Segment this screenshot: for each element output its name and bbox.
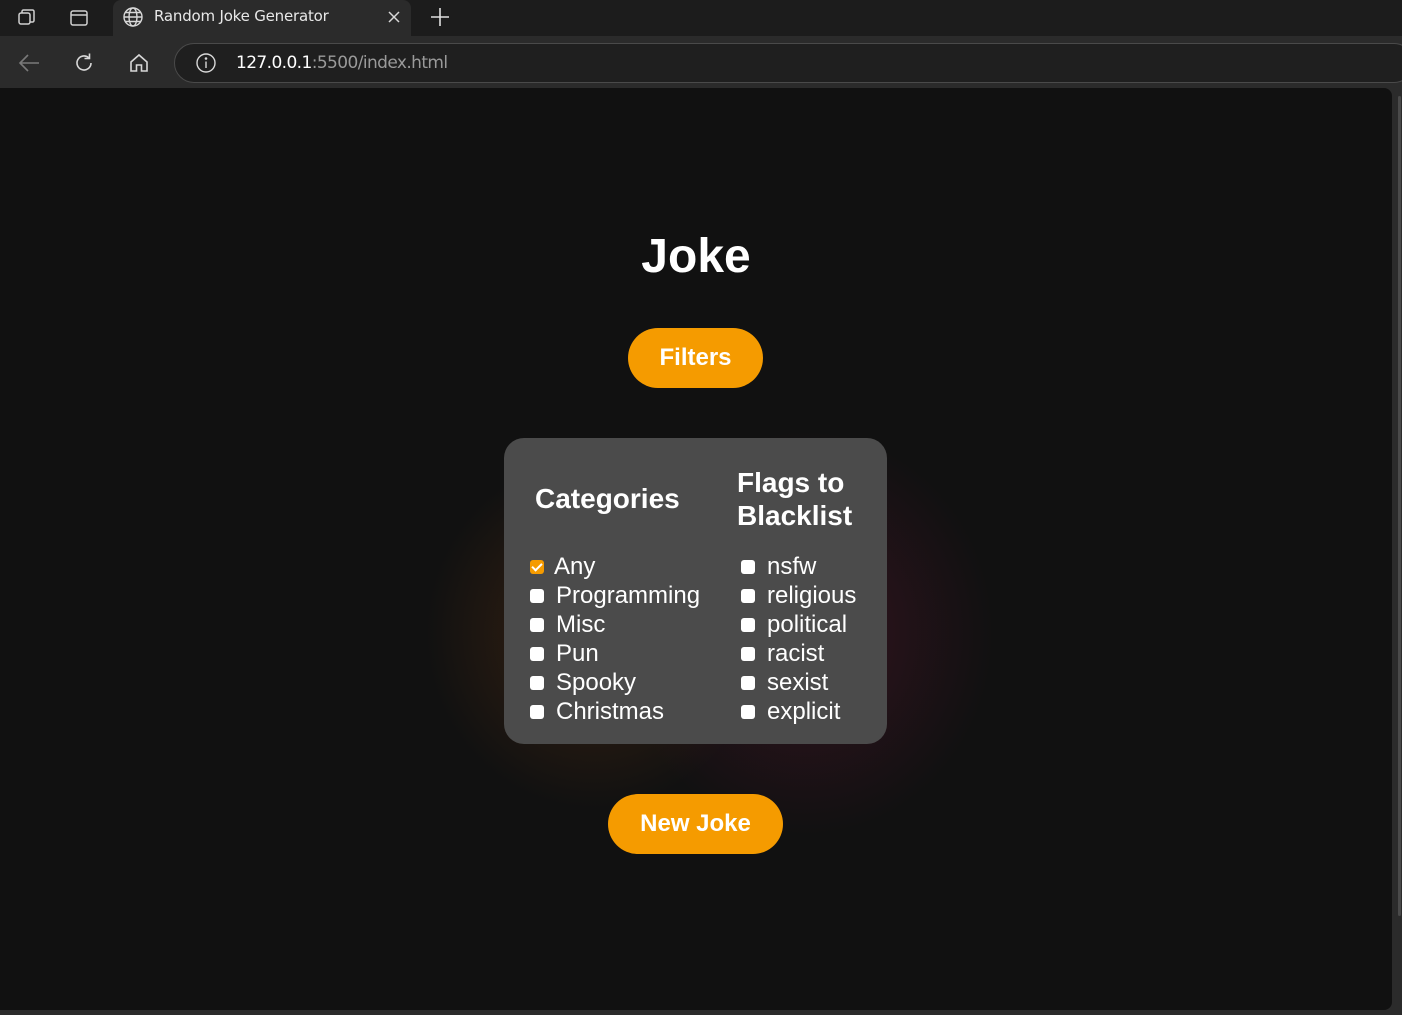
address-bar[interactable]: 127.0.0.1:5500/index.html bbox=[174, 43, 1402, 83]
tab-strip: Random Joke Generator bbox=[0, 0, 1402, 37]
filters-button[interactable]: Filters bbox=[628, 328, 763, 388]
category-checkbox-pun[interactable] bbox=[530, 646, 544, 661]
category-checkbox-any[interactable] bbox=[530, 559, 544, 574]
flag-option-religious[interactable]: religious bbox=[741, 581, 856, 610]
category-option-christmas[interactable]: Christmas bbox=[530, 697, 700, 726]
flag-label: explicit bbox=[767, 697, 841, 725]
category-option-any[interactable]: Any bbox=[530, 552, 700, 581]
flag-label: sexist bbox=[767, 668, 829, 696]
category-checkbox-programming[interactable] bbox=[530, 588, 544, 603]
url-host: 127.0.0.1 bbox=[236, 53, 312, 73]
flag-label: political bbox=[767, 610, 848, 638]
flag-label: religious bbox=[767, 581, 857, 609]
url-path: :5500/index.html bbox=[311, 53, 448, 73]
flag-checkbox-explicit[interactable] bbox=[741, 704, 755, 719]
globe-icon bbox=[122, 6, 144, 33]
info-icon[interactable] bbox=[195, 52, 217, 79]
flag-label: nsfw bbox=[767, 552, 817, 580]
categories-heading: Categories bbox=[535, 483, 680, 514]
home-icon[interactable] bbox=[126, 50, 152, 76]
reload-icon[interactable] bbox=[71, 50, 97, 76]
category-label: Pun bbox=[556, 639, 599, 667]
category-label: Spooky bbox=[556, 668, 637, 696]
category-checkbox-christmas[interactable] bbox=[530, 704, 544, 719]
close-icon[interactable] bbox=[383, 6, 405, 33]
flag-option-racist[interactable]: racist bbox=[741, 639, 856, 668]
tab-title: Random Joke Generator bbox=[154, 7, 329, 25]
flag-checkbox-nsfw[interactable] bbox=[741, 559, 755, 574]
flag-label: racist bbox=[767, 639, 825, 667]
back-arrow-icon[interactable] bbox=[16, 50, 42, 76]
flag-checkbox-religious[interactable] bbox=[741, 588, 755, 603]
flag-checkbox-political[interactable] bbox=[741, 617, 755, 632]
browser-toolbar: 127.0.0.1:5500/index.html bbox=[0, 36, 1402, 88]
categories-list: Any Programming Misc Pun Spooky Christma… bbox=[530, 552, 700, 726]
plus-icon[interactable] bbox=[427, 4, 453, 35]
category-option-pun[interactable]: Pun bbox=[530, 639, 700, 668]
workspaces-icon[interactable] bbox=[15, 6, 39, 30]
category-checkbox-spooky[interactable] bbox=[530, 675, 544, 690]
category-option-programming[interactable]: Programming bbox=[530, 581, 700, 610]
category-label: Any bbox=[554, 552, 596, 580]
active-tab[interactable]: Random Joke Generator bbox=[113, 0, 411, 37]
flags-list: nsfw religious political racist sexist e… bbox=[741, 552, 856, 726]
tab-actions-icon[interactable] bbox=[67, 6, 91, 30]
page-viewport: Joke Filters Categories Flags to Blackli… bbox=[0, 88, 1392, 1010]
flag-option-political[interactable]: political bbox=[741, 610, 856, 639]
new-joke-button[interactable]: New Joke bbox=[608, 794, 783, 854]
flag-option-sexist[interactable]: sexist bbox=[741, 668, 856, 697]
flag-option-nsfw[interactable]: nsfw bbox=[741, 552, 856, 581]
category-label: Christmas bbox=[556, 697, 665, 725]
flag-option-explicit[interactable]: explicit bbox=[741, 697, 856, 726]
category-option-spooky[interactable]: Spooky bbox=[530, 668, 700, 697]
scrollbar-thumb[interactable] bbox=[1398, 96, 1401, 916]
category-label: Misc bbox=[556, 610, 606, 638]
category-option-misc[interactable]: Misc bbox=[530, 610, 700, 639]
category-checkbox-misc[interactable] bbox=[530, 617, 544, 632]
filters-panel: Categories Flags to Blacklist Any Progra… bbox=[504, 438, 887, 744]
flag-checkbox-racist[interactable] bbox=[741, 646, 755, 661]
page-title: Joke bbox=[641, 230, 751, 283]
url-text: 127.0.0.1:5500/index.html bbox=[236, 53, 448, 73]
flags-heading: Flags to Blacklist bbox=[737, 467, 853, 531]
category-label: Programming bbox=[556, 581, 701, 609]
flag-checkbox-sexist[interactable] bbox=[741, 675, 755, 690]
